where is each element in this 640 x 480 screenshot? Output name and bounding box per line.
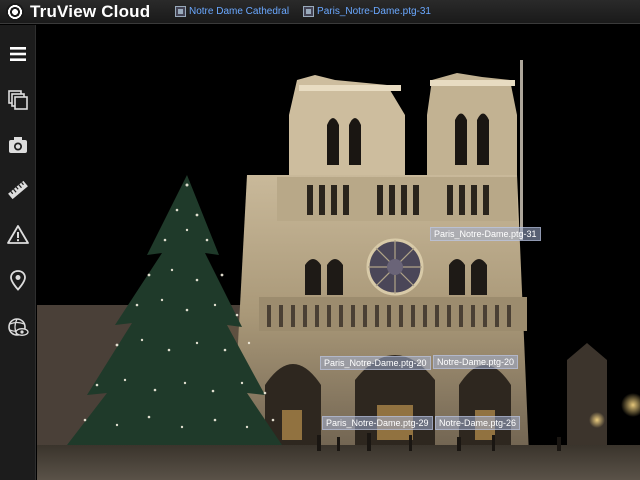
breadcrumb-scan[interactable]: Paris_Notre-Dame.ptg-31 (303, 6, 431, 17)
visibility-button[interactable] (0, 310, 36, 344)
scan-tag-label: Paris_Notre-Dame.ptg-20 (324, 358, 427, 368)
scan-tag[interactable]: Paris_Notre-Dame.ptg-20 (320, 356, 431, 370)
breadcrumb-scan-label: Paris_Notre-Dame.ptg-31 (317, 6, 431, 17)
scan-tag-label: Paris_Notre-Dame.ptg-31 (434, 229, 537, 239)
breadcrumb-project-label: Notre Dame Cathedral (189, 6, 290, 17)
scan-tag-label: Notre-Dame.ptg-20 (437, 357, 515, 367)
camera-icon (9, 137, 27, 153)
tool-sidebar (0, 25, 36, 480)
menu-button[interactable] (0, 37, 36, 71)
locations-button[interactable] (0, 263, 36, 297)
warning-triangle-icon (7, 225, 29, 244)
scan-tag[interactable]: Notre-Dame.ptg-26 (435, 416, 521, 430)
ruler-icon (8, 180, 28, 200)
app-title: TruView Cloud (30, 1, 151, 21)
layers-icon (8, 90, 28, 110)
measure-button[interactable] (0, 173, 36, 207)
views-button[interactable] (0, 83, 36, 117)
scan-tag[interactable]: Paris_Notre-Dame.ptg-29 (322, 416, 433, 430)
app-logo[interactable]: TruView Cloud (0, 0, 175, 24)
globe-eye-icon (8, 318, 29, 336)
scan-icon (303, 6, 315, 17)
point-cloud-viewport[interactable]: Paris_Notre-Dame.ptg-31 Paris_Notre-Dame… (37, 25, 640, 480)
hamburger-menu-icon (10, 47, 26, 61)
map-pin-icon (10, 270, 26, 291)
scan-tag[interactable]: Paris_Notre-Dame.ptg-31 (430, 227, 541, 241)
top-bar: TruView Cloud Notre Dame Cathedral Paris… (0, 0, 640, 24)
scan-tag-label: Paris_Notre-Dame.ptg-29 (326, 418, 429, 428)
scan-tag-label: Notre-Dame.ptg-26 (439, 418, 517, 428)
snapshot-button[interactable] (0, 128, 36, 162)
markup-button[interactable] (0, 218, 36, 252)
breadcrumb-project[interactable]: Notre Dame Cathedral (175, 6, 289, 17)
truview-logo-icon (6, 2, 24, 21)
notre-dame-point-cloud (37, 60, 640, 480)
scan-tag[interactable]: Notre-Dame.ptg-20 (433, 355, 519, 369)
project-icon (175, 6, 186, 17)
